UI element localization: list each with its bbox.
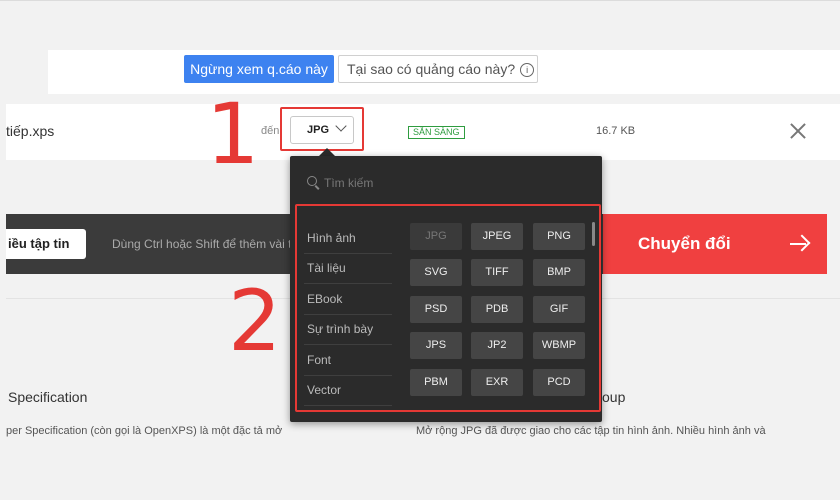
why-ad-button[interactable]: Tại sao có quảng cáo này? i (338, 55, 538, 83)
right-info-title: oup (602, 389, 626, 405)
left-info-desc: per Specification (còn gọi là OpenXPS) l… (6, 425, 283, 437)
stop-ad-button[interactable]: Ngừng xem q.cáo này (184, 55, 334, 83)
close-icon[interactable] (788, 121, 808, 141)
top-divider (0, 0, 840, 1)
left-info-title: Specification (8, 389, 88, 405)
to-label: đến (261, 125, 280, 137)
format-search-input[interactable] (324, 175, 564, 191)
step-number-2: 2 (228, 272, 282, 370)
highlight-box-format-list (295, 204, 601, 412)
top-area (0, 0, 840, 50)
file-name: tiếp.xps (6, 123, 55, 139)
add-files-hint: Dùng Ctrl hoặc Shift để thêm vài tệp (112, 237, 305, 251)
dropdown-caret (319, 148, 335, 156)
why-ad-label: Tại sao có quảng cáo này? (347, 61, 516, 77)
info-icon: i (520, 63, 535, 78)
status-badge: SẴN SÀNG (408, 126, 465, 139)
step-number-1: 1 (206, 85, 260, 183)
highlight-box-format-select (280, 107, 364, 151)
right-info-desc: Mở rộng JPG đã được giao cho các tập tin… (416, 425, 766, 437)
add-files-button[interactable]: iều tập tin (6, 229, 86, 259)
search-icon (307, 176, 317, 186)
file-size: 16.7 KB (596, 125, 636, 137)
